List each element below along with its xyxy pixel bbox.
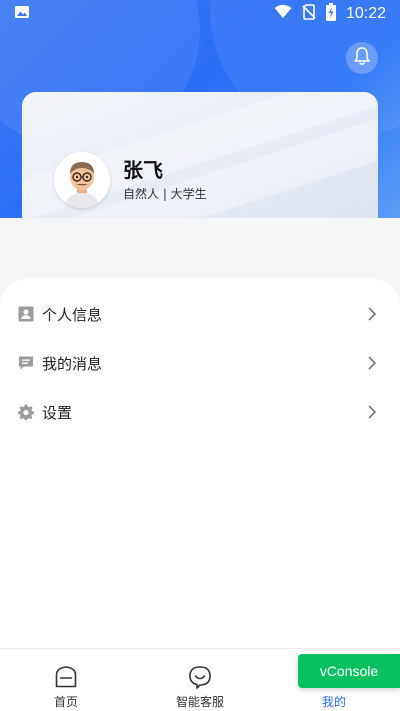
smiley-chat-icon bbox=[188, 665, 212, 689]
menu-item-my-messages[interactable]: 我的消息 bbox=[0, 343, 400, 383]
vconsole-button[interactable]: vConsole bbox=[298, 654, 400, 688]
no-sim-icon bbox=[302, 4, 316, 24]
tab-label: 首页 bbox=[53, 695, 78, 709]
chevron-right-icon bbox=[366, 404, 378, 420]
tab-label: 我的 bbox=[321, 695, 346, 709]
menu-item-personal-info[interactable]: 个人信息 bbox=[0, 294, 400, 334]
tab-label: 智能客服 bbox=[175, 695, 224, 709]
status-time: 10:22 bbox=[345, 5, 386, 22]
profile-card: 张飞 自然人 | 大学生 bbox=[22, 92, 378, 218]
battery-charging-icon bbox=[325, 3, 336, 25]
status-bar: 10:22 bbox=[0, 0, 400, 28]
image-icon bbox=[14, 4, 30, 24]
home-icon bbox=[54, 665, 78, 689]
chevron-right-icon bbox=[366, 306, 378, 322]
menu-item-label: 设置 bbox=[42, 403, 73, 422]
user-meta: 自然人 | 大学生 bbox=[123, 187, 207, 201]
menu-item-label: 我的消息 bbox=[42, 354, 103, 373]
bell-icon bbox=[353, 46, 371, 70]
notification-button[interactable] bbox=[346, 42, 378, 74]
menu-panel: 个人信息 我的消息 设置 bbox=[0, 278, 400, 648]
menu-item-settings[interactable]: 设置 bbox=[0, 392, 400, 432]
tab-smart-service[interactable]: 智能客服 bbox=[160, 649, 240, 711]
tab-home[interactable]: 首页 bbox=[26, 649, 106, 711]
user-name: 张飞 bbox=[123, 158, 163, 182]
avatar[interactable] bbox=[54, 152, 110, 208]
menu-item-label: 个人信息 bbox=[42, 305, 103, 324]
chevron-right-icon bbox=[366, 355, 378, 371]
person-card-icon bbox=[17, 305, 35, 323]
message-icon bbox=[17, 354, 35, 372]
wifi-icon bbox=[274, 4, 292, 24]
gear-icon bbox=[17, 403, 35, 421]
